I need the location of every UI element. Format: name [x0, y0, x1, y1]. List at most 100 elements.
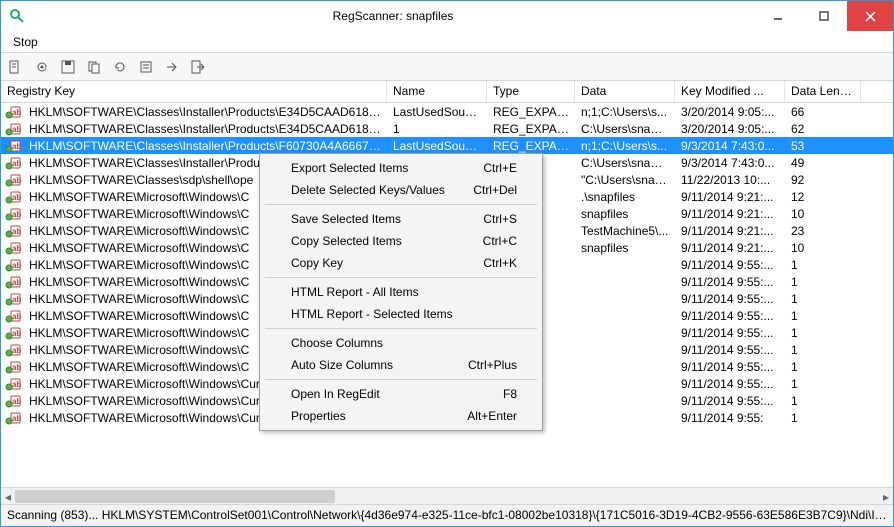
tool-save-icon[interactable]	[59, 58, 77, 76]
cell-type: REG_EXPAND_...	[487, 122, 575, 136]
scroll-thumb[interactable]	[15, 490, 335, 503]
reg-value-icon: ab	[5, 275, 21, 289]
tool-goto-icon[interactable]	[163, 58, 181, 76]
close-button[interactable]	[847, 1, 893, 31]
cell-len: 10	[785, 241, 861, 255]
app-icon	[9, 8, 25, 24]
cm-choose-columns[interactable]: Choose Columns	[263, 332, 539, 354]
cell-len: 49	[785, 156, 861, 170]
cm-save[interactable]: Save Selected Items Ctrl+S	[263, 208, 539, 230]
titlebar[interactable]: RegScanner: snapfiles	[1, 1, 893, 31]
tool-refresh-icon[interactable]	[111, 58, 129, 76]
cell-len: 1	[785, 258, 861, 272]
reg-value-icon: ab	[5, 190, 21, 204]
table-row[interactable]: abHKLM\SOFTWARE\Classes\Installer\Produc…	[1, 103, 893, 120]
cell-name: LastUsedSource	[387, 139, 487, 153]
cm-html-all[interactable]: HTML Report - All Items	[263, 281, 539, 303]
svg-text:ab: ab	[12, 193, 21, 202]
svg-text:ab: ab	[12, 176, 21, 185]
reg-value-icon: ab	[5, 411, 21, 425]
reg-value-icon: ab	[5, 326, 21, 340]
menu-stop[interactable]: Stop	[7, 33, 44, 51]
cell-mod: 11/22/2013 10:...	[675, 173, 785, 187]
cm-regedit[interactable]: Open In RegEditF8	[263, 383, 539, 405]
cm-html-sel[interactable]: HTML Report - Selected Items	[263, 303, 539, 325]
reg-value-icon: ab	[5, 309, 21, 323]
col-data[interactable]: Data	[575, 81, 675, 102]
tool-gear-icon[interactable]	[33, 58, 51, 76]
cell-data: "C:\Users\snap...	[575, 173, 675, 187]
window-title: RegScanner: snapfiles	[31, 9, 755, 23]
minimize-button[interactable]	[755, 1, 801, 31]
cell-mod: 9/3/2014 7:43:0...	[675, 139, 785, 153]
cell-name: LastUsedSource	[387, 105, 487, 119]
col-registry-key[interactable]: Registry Key	[1, 81, 387, 102]
scroll-left-arrow[interactable]: ◂	[1, 488, 15, 505]
maximize-button[interactable]	[801, 1, 847, 31]
svg-text:ab: ab	[12, 125, 21, 134]
reg-value-icon: ab	[5, 122, 21, 136]
cell-key: HKLM\SOFTWARE\Classes\Installer\Products…	[23, 105, 387, 119]
reg-value-icon: ab	[5, 360, 21, 374]
cm-copy-label: Copy Selected Items	[291, 234, 402, 248]
cm-export-label: Export Selected Items	[291, 161, 408, 175]
tool-exit-icon[interactable]	[189, 58, 207, 76]
reg-value-icon: ab	[5, 139, 21, 153]
col-type[interactable]: Type	[487, 81, 575, 102]
cell-type: REG_EXPAND_...	[487, 105, 575, 119]
cell-len: 1	[785, 309, 861, 323]
cm-props-sc: Alt+Enter	[467, 409, 517, 423]
tool-scan-icon[interactable]	[7, 58, 25, 76]
results-grid: Registry Key Name Type Data Key Modified…	[1, 81, 893, 487]
table-row[interactable]: abHKLM\SOFTWARE\Classes\Installer\Produc…	[1, 120, 893, 137]
menubar: Stop	[1, 31, 893, 53]
tool-props-icon[interactable]	[137, 58, 155, 76]
cm-copykey[interactable]: Copy KeyCtrl+K	[263, 252, 539, 274]
tool-copy-icon[interactable]	[85, 58, 103, 76]
cell-type: REG_EXPAND_...	[487, 139, 575, 153]
toolbar	[1, 53, 893, 81]
cm-separator	[265, 204, 537, 205]
cm-delete-sc: Ctrl+Del	[473, 183, 517, 197]
cell-data: n;1;C:\Users\s...	[575, 105, 675, 119]
reg-value-icon: ab	[5, 241, 21, 255]
cell-len: 92	[785, 173, 861, 187]
col-modified[interactable]: Key Modified ...	[675, 81, 785, 102]
cell-mod: 9/11/2014 9:55:...	[675, 292, 785, 306]
svg-text:ab: ab	[12, 227, 21, 236]
cell-data: snapfiles	[575, 241, 675, 255]
cell-data: snapfiles	[575, 207, 675, 221]
cm-regedit-sc: F8	[503, 387, 517, 401]
cell-len: 1	[785, 377, 861, 391]
cell-mod: 9/11/2014 9:21:...	[675, 207, 785, 221]
cm-properties[interactable]: PropertiesAlt+Enter	[263, 405, 539, 427]
cm-delete[interactable]: Delete Selected Keys/Values Ctrl+Del	[263, 179, 539, 201]
cm-export[interactable]: Export Selected ItemsCtrl+E	[263, 157, 539, 179]
cell-len: 62	[785, 122, 861, 136]
column-headers: Registry Key Name Type Data Key Modified…	[1, 81, 893, 103]
cm-html-all-label: HTML Report - All Items	[291, 285, 419, 299]
cell-key: HKLM\SOFTWARE\Classes\Installer\Products…	[23, 122, 387, 136]
col-name[interactable]: Name	[387, 81, 487, 102]
cm-save-label: Save Selected Items	[291, 212, 401, 226]
cm-copy[interactable]: Copy Selected ItemsCtrl+C	[263, 230, 539, 252]
table-row[interactable]: abHKLM\SOFTWARE\Classes\Installer\Produc…	[1, 137, 893, 154]
cell-len: 1	[785, 292, 861, 306]
svg-text:ab: ab	[12, 261, 21, 270]
cm-delete-label: Delete Selected Keys/Values	[291, 183, 445, 197]
svg-text:ab: ab	[12, 108, 21, 117]
scroll-right-arrow[interactable]: ▸	[879, 488, 893, 505]
cell-mod: 9/11/2014 9:21:...	[675, 241, 785, 255]
cm-save-sc: Ctrl+S	[483, 212, 517, 226]
col-length[interactable]: Data Length	[785, 81, 861, 102]
svg-text:ab: ab	[12, 295, 21, 304]
cm-autosize[interactable]: Auto Size ColumnsCtrl+Plus	[263, 354, 539, 376]
cell-len: 1	[785, 275, 861, 289]
horizontal-scrollbar[interactable]: ◂ ▸	[1, 487, 893, 504]
cell-key: HKLM\SOFTWARE\Classes\Installer\Products…	[23, 139, 387, 153]
svg-text:ab: ab	[12, 159, 21, 168]
cell-mod: 3/20/2014 9:05:...	[675, 122, 785, 136]
svg-text:ab: ab	[12, 397, 21, 406]
reg-value-icon: ab	[5, 105, 21, 119]
cell-mod: 9/11/2014 9:55:...	[675, 326, 785, 340]
